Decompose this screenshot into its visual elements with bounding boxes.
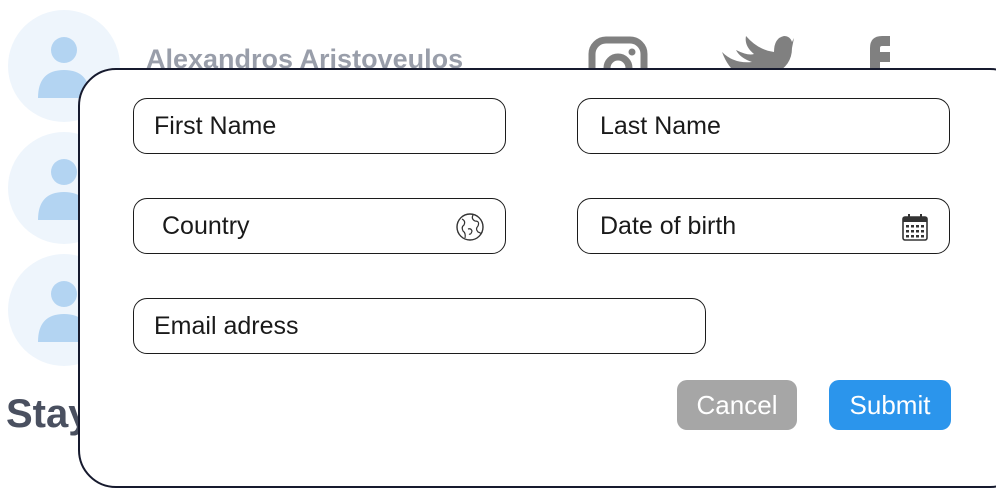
globe-icon[interactable] <box>455 212 485 242</box>
registration-modal: First Name Last Name Country Date of bir… <box>78 68 996 488</box>
last-name-placeholder: Last Name <box>600 111 721 140</box>
last-name-field[interactable]: Last Name <box>577 98 950 154</box>
country-placeholder: Country <box>162 211 250 240</box>
country-field[interactable]: Country <box>133 198 506 254</box>
date-of-birth-placeholder: Date of birth <box>600 211 737 240</box>
first-name-placeholder: First Name <box>154 111 277 140</box>
facebook-icon[interactable] <box>858 34 892 70</box>
calendar-icon[interactable] <box>901 212 929 242</box>
email-field[interactable]: Email adress <box>133 298 706 354</box>
submit-button[interactable]: Submit <box>829 380 951 430</box>
email-placeholder: Email adress <box>154 311 299 340</box>
date-of-birth-field[interactable]: Date of birth <box>577 198 950 254</box>
first-name-field[interactable]: First Name <box>133 98 506 154</box>
cancel-button[interactable]: Cancel <box>677 380 797 430</box>
